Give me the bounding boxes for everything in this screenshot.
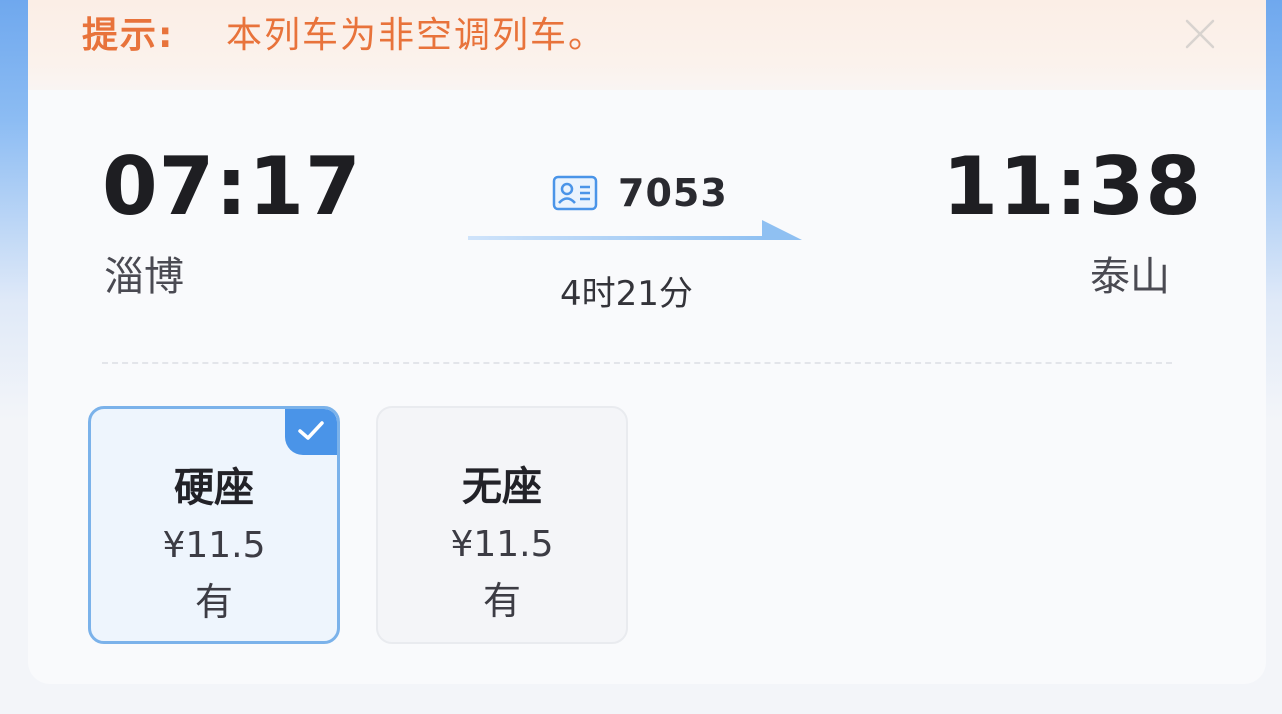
seat-price: ¥11.5: [162, 525, 266, 566]
seat-option-no-seat[interactable]: 无座 ¥11.5 有: [376, 406, 628, 644]
train-info[interactable]: 7053: [552, 168, 728, 218]
seat-option-hard-seat[interactable]: 硬座 ¥11.5 有: [88, 406, 340, 644]
arrival-station: 泰山: [1090, 254, 1170, 300]
seat-availability: 有: [194, 580, 233, 624]
right-arrow-icon: [468, 214, 808, 244]
train-detail-card: 提示: 本列车为非空调列车。 07:17 淄博 7053 4时21分 11:38…: [28, 0, 1266, 684]
notice-label: 提示:: [82, 15, 175, 56]
seat-name: 无座: [462, 464, 542, 510]
checkmark-icon: [285, 409, 337, 455]
seat-price: ¥11.5: [450, 524, 554, 565]
arrival-time: 11:38: [942, 140, 1202, 233]
seat-name: 硬座: [174, 465, 254, 511]
close-icon[interactable]: [1184, 18, 1216, 50]
departure-station: 淄博: [104, 254, 184, 300]
notice-text: 本列车为非空调列车。: [226, 15, 607, 56]
divider: [102, 362, 1172, 364]
id-card-icon: [552, 175, 598, 211]
departure-time: 07:17: [102, 140, 362, 233]
notice-banner: 提示: 本列车为非空调列车。: [28, 0, 1266, 90]
trip-duration: 4时21分: [560, 274, 693, 314]
train-number: 7053: [618, 171, 728, 215]
seat-availability: 有: [482, 579, 521, 623]
